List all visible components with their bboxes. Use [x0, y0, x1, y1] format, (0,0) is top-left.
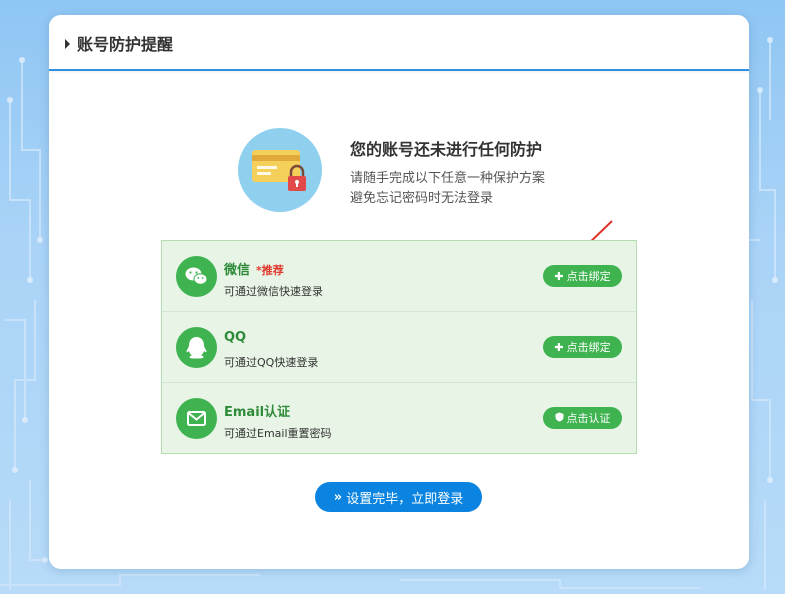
caret-right-icon — [65, 39, 70, 49]
option-description: 可通过微信快速登录 — [224, 285, 323, 298]
option-description: 可通过QQ快速登录 — [224, 356, 319, 369]
option-name: 微信 *推荐 — [224, 263, 284, 278]
header-shadow — [49, 71, 749, 74]
plus-icon: ✚ — [554, 269, 564, 283]
finish-login-button[interactable]: » 设置完毕，立即登录 — [315, 482, 482, 512]
bind-qq-button[interactable]: ✚ 点击绑定 — [543, 336, 622, 358]
page-title: 账号防护提醒 — [77, 35, 174, 54]
hero-title: 您的账号还未进行任何防护 — [350, 140, 543, 159]
protection-card: 账号防护提醒 您的账号还未进行任何防护 请随手完成以下任意一种保护方案 避免忘记… — [49, 15, 749, 569]
wechat-icon — [176, 256, 217, 297]
option-description: 可通过Email重置密码 — [224, 427, 332, 440]
option-qq: QQ 可通过QQ快速登录 ✚ 点击绑定 — [162, 311, 636, 383]
email-icon — [176, 398, 217, 439]
hero-description-1: 请随手完成以下任意一种保护方案 — [350, 171, 546, 186]
shield-icon — [555, 412, 564, 425]
option-email: Email认证 可通过Email重置密码 点击认证 — [162, 382, 636, 454]
recommended-badge: *推荐 — [256, 264, 284, 277]
double-chevron-right-icon: » — [333, 489, 343, 505]
option-name: Email认证 — [224, 405, 291, 420]
option-wechat: 微信 *推荐 可通过微信快速登录 ✚ 点击绑定 — [162, 241, 636, 312]
option-name: QQ — [224, 330, 247, 345]
card-header: 账号防护提醒 — [49, 15, 749, 71]
verify-email-button[interactable]: 点击认证 — [543, 407, 622, 429]
hero-description-2: 避免忘记密码时无法登录 — [350, 191, 494, 206]
bind-wechat-button[interactable]: ✚ 点击绑定 — [543, 265, 622, 287]
qq-icon — [176, 327, 217, 368]
credit-card-lock-icon — [238, 128, 322, 212]
protection-options: 微信 *推荐 可通过微信快速登录 ✚ 点击绑定 QQ 可通过QQ快速登录 ✚ 点击绑定… — [161, 240, 637, 454]
plus-icon: ✚ — [554, 340, 564, 354]
